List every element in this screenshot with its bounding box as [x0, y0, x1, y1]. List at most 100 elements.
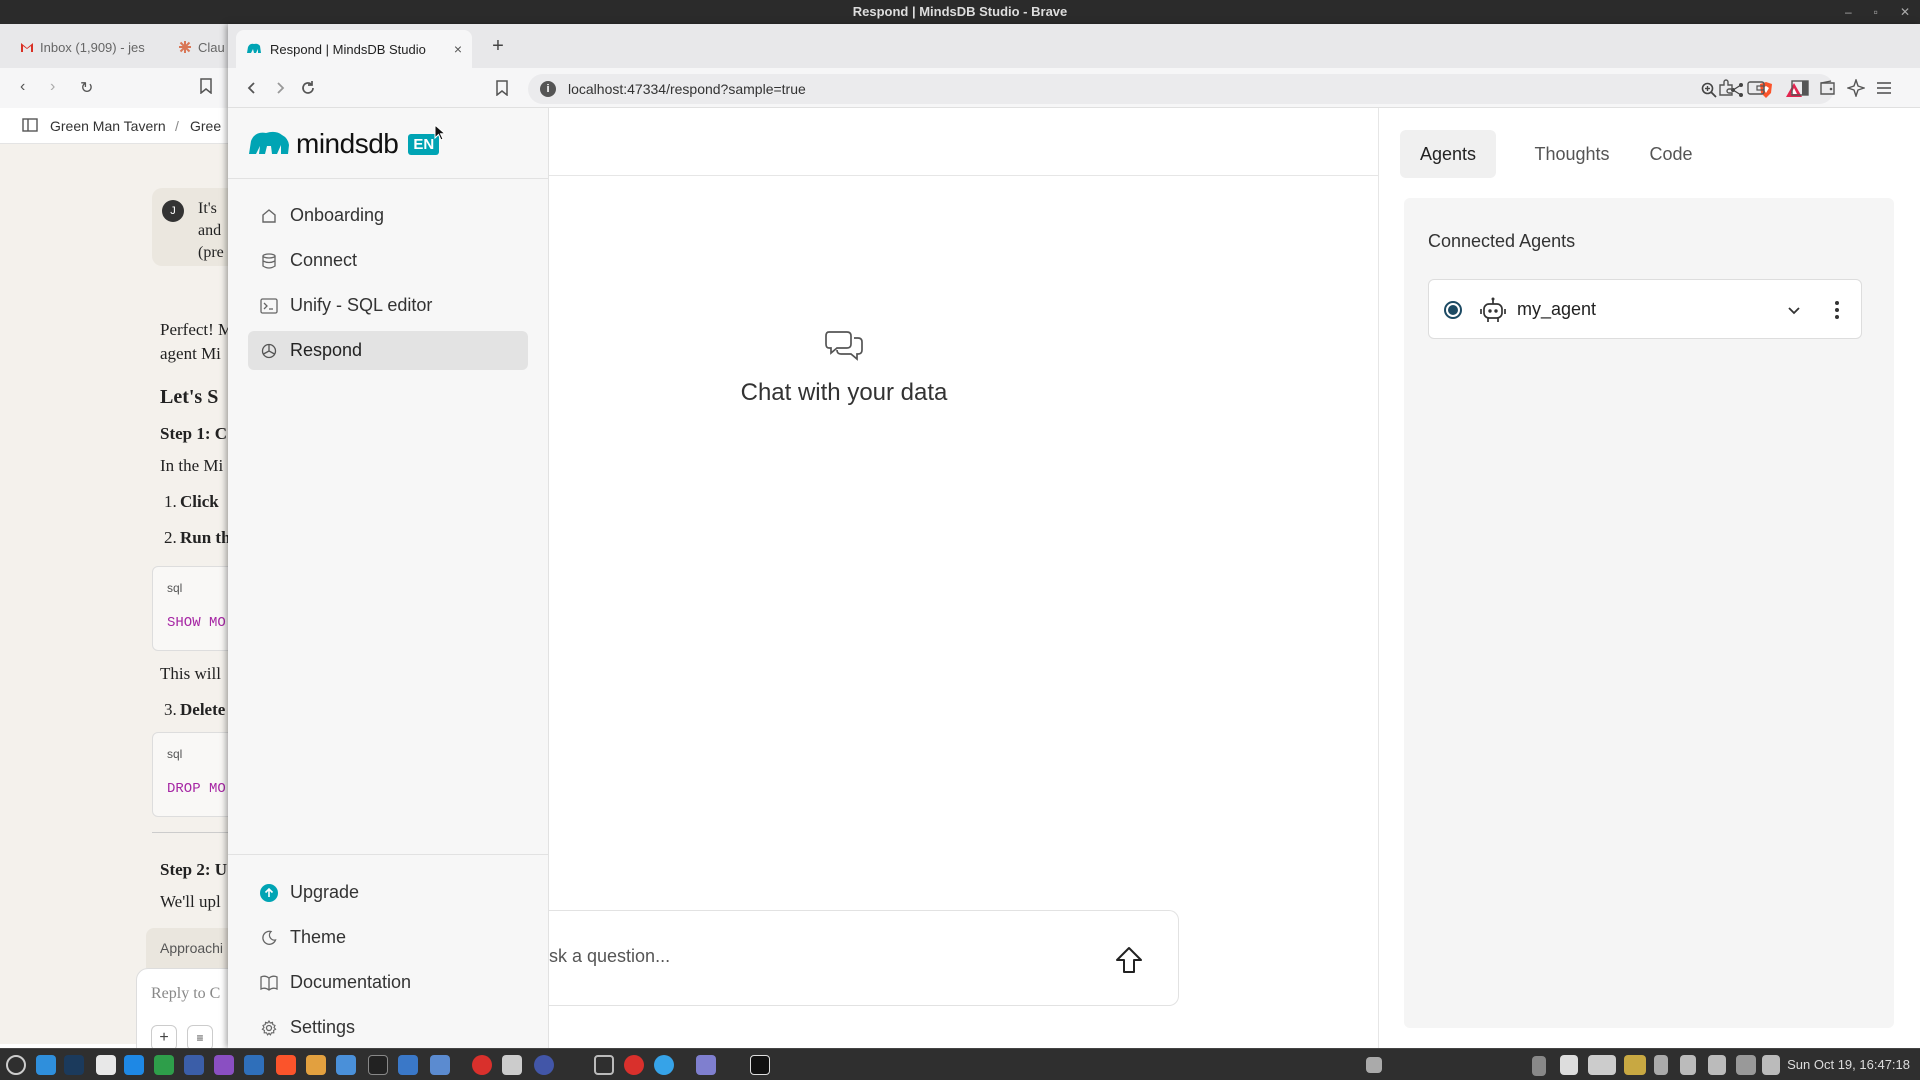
app-icon[interactable] [594, 1055, 614, 1075]
wallet-icon[interactable] [1818, 78, 1838, 98]
nav-item-documentation[interactable]: Documentation [248, 963, 528, 1002]
bg-reply-box[interactable]: Reply to C + ≡ [136, 968, 230, 1048]
site-info-icon[interactable]: i [540, 81, 556, 97]
breadcrumb-item[interactable]: Gree [190, 118, 221, 134]
agent-item[interactable]: my_agent [1428, 279, 1862, 339]
nav-item-theme[interactable]: Theme [248, 918, 528, 957]
book-icon [260, 974, 278, 992]
wifi-icon[interactable] [1708, 1055, 1726, 1075]
bg-attachment-chip[interactable]: Approachi [146, 928, 230, 968]
steam-icon[interactable] [64, 1055, 84, 1075]
nav-item-unify[interactable]: Unify - SQL editor [248, 286, 528, 325]
app-icon[interactable] [336, 1055, 356, 1075]
leo-ai-icon[interactable] [1846, 78, 1866, 98]
bookmark-icon[interactable] [490, 76, 514, 100]
bluetooth-icon[interactable] [1532, 1056, 1546, 1076]
agent-radio[interactable] [1444, 301, 1462, 319]
chevron-down-icon[interactable] [1784, 300, 1804, 320]
window-titlebar: Respond | MindsDB Studio - Brave – ▫ ✕ [0, 0, 1920, 24]
connected-agents-heading: Connected Agents [1428, 231, 1576, 251]
sidebar-divider [228, 178, 549, 179]
wallet-extension-icon[interactable] [1746, 78, 1766, 98]
bg-list-num: 1. [164, 492, 177, 511]
send-button[interactable] [1112, 943, 1146, 977]
chip-label: Approachi [160, 940, 224, 956]
menu-icon[interactable] [1874, 78, 1894, 98]
extensions-icon[interactable] [1716, 78, 1736, 98]
reload-icon[interactable] [296, 76, 320, 100]
app-icon[interactable] [654, 1055, 674, 1075]
bg-subheading: Step 1: C [160, 424, 228, 443]
docker-icon[interactable] [1588, 1055, 1616, 1075]
minimize-icon[interactable]: – [1845, 0, 1852, 24]
nav-item-onboarding[interactable]: Onboarding [248, 196, 528, 235]
app-icon[interactable] [184, 1055, 204, 1075]
volume-icon[interactable] [1762, 1055, 1780, 1075]
calc-icon[interactable] [154, 1055, 174, 1075]
vscode-icon[interactable] [36, 1055, 56, 1075]
tray-icon[interactable] [1624, 1055, 1646, 1075]
system-menu-icon[interactable] [6, 1055, 26, 1075]
back-icon[interactable]: ‹ [20, 78, 25, 96]
files-icon[interactable] [430, 1055, 450, 1075]
nav-label: Documentation [290, 972, 412, 992]
send-arrow-icon [1116, 947, 1142, 973]
nav-label: Onboarding [290, 205, 385, 225]
forward-icon[interactable] [268, 76, 292, 100]
url-text: localhost:47334/respond?sample=true [568, 81, 806, 97]
bookmark-icon[interactable] [200, 78, 212, 99]
bg-heading: Let's S [160, 386, 219, 408]
back-icon[interactable] [240, 76, 264, 100]
nav-label: Upgrade [290, 882, 360, 902]
music-icon[interactable] [96, 1055, 116, 1075]
nav-item-settings[interactable]: Settings [248, 1008, 528, 1047]
plus-icon[interactable]: + [151, 1025, 177, 1048]
new-tab-button[interactable]: + [486, 34, 510, 58]
app-icon[interactable] [398, 1055, 418, 1075]
mindsdb-logo[interactable]: mindsdb EN [248, 126, 440, 162]
terminal-app-icon[interactable] [368, 1055, 388, 1075]
shield-icon[interactable] [1680, 1055, 1696, 1075]
connected-agents-card: Connected Agents my_agent [1404, 198, 1894, 1028]
chat-empty-title: Chat with your data [740, 379, 948, 406]
nav-item-respond[interactable]: Respond [248, 331, 528, 370]
tab-code[interactable]: Code [1636, 130, 1706, 178]
restore-icon[interactable]: ▫ [1874, 0, 1878, 24]
app-icon[interactable] [534, 1055, 554, 1075]
app-icon[interactable] [214, 1055, 234, 1075]
app-icon[interactable] [502, 1055, 522, 1075]
app-icon[interactable] [696, 1055, 716, 1075]
writer-icon[interactable] [124, 1055, 144, 1075]
brave-icon[interactable] [276, 1055, 296, 1075]
forward-icon[interactable]: › [50, 78, 55, 96]
app-icon[interactable] [472, 1055, 492, 1075]
app-icon[interactable] [244, 1055, 264, 1075]
close-window-icon[interactable]: ✕ [1900, 0, 1910, 24]
clock[interactable]: Sun Oct 19, 16:47:18 [1787, 1057, 1910, 1072]
question-input[interactable] [549, 941, 1049, 971]
kebab-icon[interactable] [1827, 298, 1847, 322]
agent-icon [260, 342, 278, 360]
right-panel: Agents Thoughts Code Connected Agents my… [1380, 108, 1920, 1048]
tray-icon[interactable] [1654, 1055, 1668, 1075]
tab-close-icon[interactable]: × [454, 41, 462, 57]
nav-item-connect[interactable]: Connect [248, 241, 528, 280]
network-icon[interactable] [1736, 1055, 1756, 1075]
sliders-icon[interactable]: ≡ [187, 1025, 213, 1048]
address-bar[interactable]: i localhost:47334/respond?sample=true [528, 74, 1834, 104]
nav-item-upgrade[interactable]: Upgrade [248, 873, 528, 912]
reload-icon[interactable]: ↻ [80, 78, 93, 98]
sidebar-toggle-icon[interactable] [1790, 78, 1810, 98]
tab-respond[interactable]: Respond | MindsDB Studio × [236, 30, 472, 68]
opera-icon[interactable] [624, 1055, 644, 1075]
bg-tab-gmail[interactable]: Inbox (1,909) - jes [20, 34, 145, 60]
app-icon[interactable] [306, 1055, 326, 1075]
bg-tab-claude[interactable]: Clau [178, 34, 225, 60]
sidebar-toggle-icon[interactable] [22, 118, 38, 135]
tray-icon[interactable] [1366, 1057, 1382, 1073]
breadcrumb-project[interactable]: Green Man Tavern [50, 118, 166, 134]
tab-agents[interactable]: Agents [1400, 130, 1496, 178]
tray-icon[interactable] [1560, 1055, 1578, 1075]
tab-thoughts[interactable]: Thoughts [1520, 130, 1624, 178]
app-icon[interactable] [750, 1055, 770, 1075]
